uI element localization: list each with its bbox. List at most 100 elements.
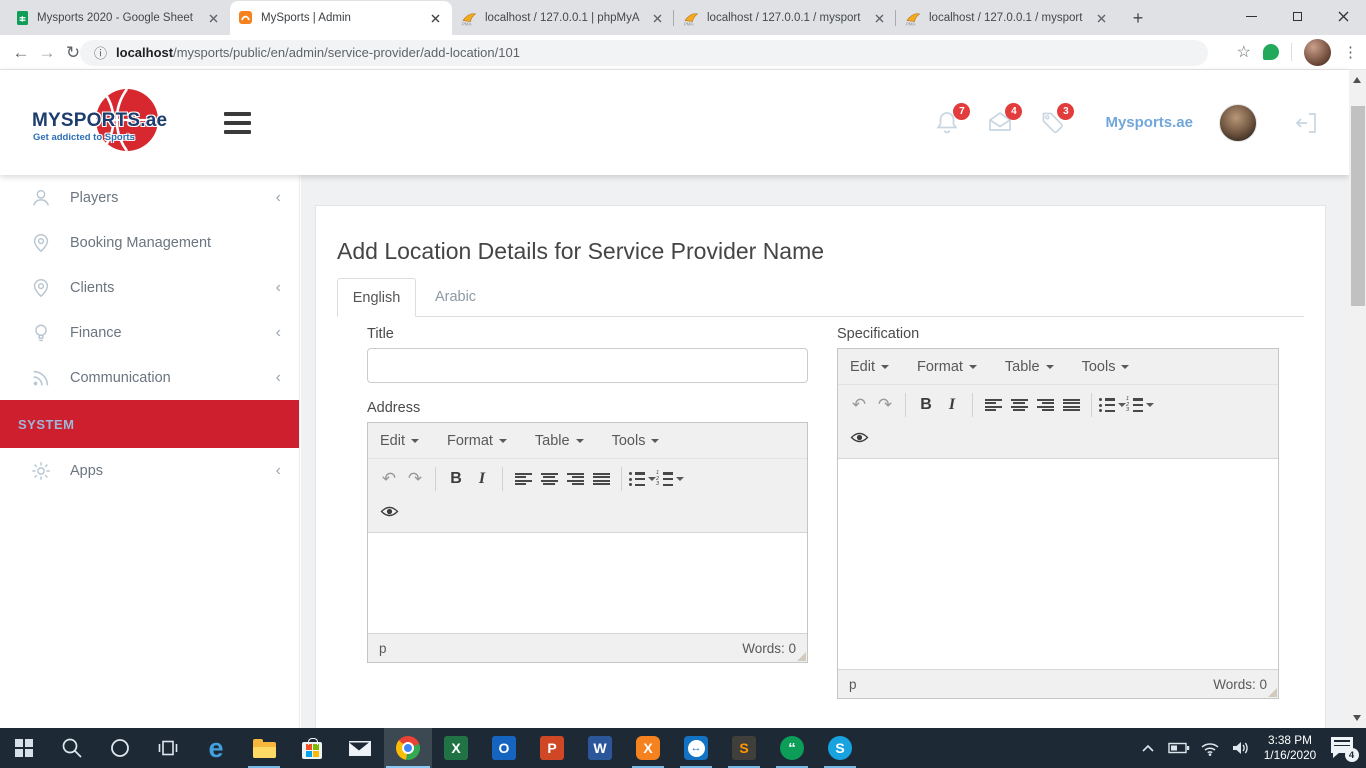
messages-button[interactable]: 4 bbox=[987, 110, 1013, 136]
align-left-button[interactable] bbox=[980, 392, 1006, 418]
browser-tab-mysports-admin[interactable]: MySports | Admin bbox=[230, 1, 452, 35]
menu-tools[interactable]: Tools bbox=[1082, 359, 1130, 375]
address-editor-content[interactable] bbox=[368, 533, 807, 633]
taskbar-chrome-button[interactable] bbox=[384, 728, 432, 768]
taskbar-mail-button[interactable] bbox=[336, 728, 384, 768]
taskbar-teamviewer-button[interactable]: ↔ bbox=[672, 728, 720, 768]
taskbar-excel-button[interactable]: X bbox=[432, 728, 480, 768]
menu-edit[interactable]: Edit bbox=[850, 359, 889, 375]
tab-close-icon[interactable] bbox=[205, 10, 221, 26]
offers-button[interactable]: 3 bbox=[1039, 110, 1065, 136]
taskbar-outlook-button[interactable]: O bbox=[480, 728, 528, 768]
sidebar-item-communication[interactable]: Communication ‹ bbox=[0, 355, 299, 400]
taskbar-word-button[interactable]: W bbox=[576, 728, 624, 768]
align-right-button[interactable] bbox=[562, 466, 588, 492]
undo-button[interactable]: ↶ bbox=[376, 466, 402, 492]
page-scrollbar[interactable] bbox=[1349, 70, 1366, 728]
taskbar-hangouts-button[interactable]: “ bbox=[768, 728, 816, 768]
menu-format[interactable]: Format bbox=[917, 359, 977, 375]
tab-close-icon[interactable] bbox=[427, 10, 443, 26]
preview-button[interactable] bbox=[846, 424, 872, 450]
bold-button[interactable]: B bbox=[443, 466, 469, 492]
logout-icon[interactable] bbox=[1293, 110, 1319, 136]
resize-handle-icon[interactable] bbox=[1268, 688, 1277, 697]
tab-arabic[interactable]: Arabic bbox=[416, 278, 495, 316]
browser-tab-phpmyadmin-2[interactable]: PMA localhost / 127.0.0.1 / mysport bbox=[674, 1, 896, 35]
volume-indicator[interactable] bbox=[1227, 728, 1254, 768]
tab-close-icon[interactable] bbox=[871, 10, 887, 26]
extension-icon[interactable] bbox=[1263, 44, 1279, 60]
menu-tools[interactable]: Tools bbox=[612, 433, 660, 449]
align-justify-button[interactable] bbox=[1058, 392, 1084, 418]
align-center-button[interactable] bbox=[536, 466, 562, 492]
bookmark-star-icon[interactable]: ☆ bbox=[1237, 42, 1251, 62]
align-right-button[interactable] bbox=[1032, 392, 1058, 418]
taskbar-file-explorer-button[interactable] bbox=[240, 728, 288, 768]
cortana-button[interactable] bbox=[96, 728, 144, 768]
redo-button[interactable]: ↷ bbox=[872, 392, 898, 418]
bullet-list-button[interactable] bbox=[629, 466, 656, 492]
scroll-down-icon[interactable] bbox=[1353, 715, 1361, 721]
sidebar-item-finance[interactable]: Finance ‹ bbox=[0, 310, 299, 355]
user-avatar[interactable] bbox=[1219, 104, 1257, 142]
menu-format[interactable]: Format bbox=[447, 433, 507, 449]
account-name[interactable]: Mysports.ae bbox=[1105, 114, 1193, 131]
sidebar-item-booking-management[interactable]: Booking Management bbox=[0, 220, 299, 265]
italic-button[interactable]: I bbox=[939, 392, 965, 418]
align-center-button[interactable] bbox=[1006, 392, 1032, 418]
taskbar-store-button[interactable] bbox=[288, 728, 336, 768]
start-button[interactable] bbox=[0, 728, 48, 768]
tab-english[interactable]: English bbox=[337, 278, 416, 317]
browser-tab-phpmyadmin-3[interactable]: PMA localhost / 127.0.0.1 / mysport bbox=[896, 1, 1118, 35]
menu-table[interactable]: Table bbox=[1005, 359, 1054, 375]
sidebar-toggle-button[interactable] bbox=[224, 112, 251, 134]
italic-button[interactable]: I bbox=[469, 466, 495, 492]
taskbar-clock[interactable]: 3:38 PM 1/16/2020 bbox=[1258, 733, 1322, 763]
page-info-icon[interactable]: ⓘ bbox=[94, 43, 107, 62]
resize-handle-icon[interactable] bbox=[797, 652, 806, 661]
forward-button[interactable]: → bbox=[34, 40, 60, 66]
element-path[interactable]: p bbox=[379, 641, 387, 656]
taskbar-edge-button[interactable]: e bbox=[192, 728, 240, 768]
back-button[interactable]: ← bbox=[8, 40, 34, 66]
taskbar-sublime-button[interactable]: S bbox=[720, 728, 768, 768]
menu-table[interactable]: Table bbox=[535, 433, 584, 449]
window-minimize-button[interactable] bbox=[1228, 0, 1274, 33]
numbered-list-button[interactable]: 123 bbox=[656, 466, 684, 492]
align-justify-button[interactable] bbox=[588, 466, 614, 492]
tab-close-icon[interactable] bbox=[649, 10, 665, 26]
window-maximize-button[interactable] bbox=[1274, 0, 1320, 33]
mysports-logo[interactable]: MYSPORTS.ae Get addicted to Sports bbox=[30, 83, 205, 163]
align-left-button[interactable] bbox=[510, 466, 536, 492]
browser-tab-sheets[interactable]: Mysports 2020 - Google Sheet bbox=[8, 1, 230, 35]
action-center-button[interactable]: 4 bbox=[1326, 728, 1360, 768]
browser-menu-icon[interactable]: ⋮ bbox=[1343, 43, 1358, 61]
sidebar-item-players[interactable]: Players ‹ bbox=[0, 175, 299, 220]
battery-indicator[interactable] bbox=[1165, 728, 1192, 768]
sidebar-item-apps[interactable]: Apps ‹ bbox=[0, 448, 299, 493]
new-tab-button[interactable]: + bbox=[1124, 4, 1152, 32]
taskbar-xampp-button[interactable]: X bbox=[624, 728, 672, 768]
preview-button[interactable] bbox=[376, 498, 402, 524]
numbered-list-button[interactable]: 123 bbox=[1126, 392, 1154, 418]
sidebar-item-clients[interactable]: Clients ‹ bbox=[0, 265, 299, 310]
wifi-indicator[interactable] bbox=[1196, 728, 1223, 768]
bullet-list-button[interactable] bbox=[1099, 392, 1126, 418]
task-view-button[interactable] bbox=[144, 728, 192, 768]
scrollbar-thumb[interactable] bbox=[1351, 106, 1365, 306]
bold-button[interactable]: B bbox=[913, 392, 939, 418]
window-close-button[interactable] bbox=[1320, 0, 1366, 33]
redo-button[interactable]: ↷ bbox=[402, 466, 428, 492]
taskbar-search-button[interactable] bbox=[48, 728, 96, 768]
specification-editor-content[interactable] bbox=[838, 459, 1278, 669]
menu-edit[interactable]: Edit bbox=[380, 433, 419, 449]
taskbar-powerpoint-button[interactable]: P bbox=[528, 728, 576, 768]
url-omnibox[interactable]: ⓘ localhost/mysports/public/en/admin/ser… bbox=[80, 40, 1208, 66]
browser-tab-phpmyadmin-1[interactable]: PMA localhost / 127.0.0.1 | phpMyA bbox=[452, 1, 674, 35]
notifications-button[interactable]: 7 bbox=[935, 110, 961, 136]
title-input[interactable] bbox=[367, 348, 808, 383]
browser-profile-avatar[interactable] bbox=[1304, 39, 1331, 66]
tray-expand-button[interactable] bbox=[1134, 728, 1161, 768]
tab-close-icon[interactable] bbox=[1093, 10, 1109, 26]
taskbar-skype-button[interactable]: S bbox=[816, 728, 864, 768]
